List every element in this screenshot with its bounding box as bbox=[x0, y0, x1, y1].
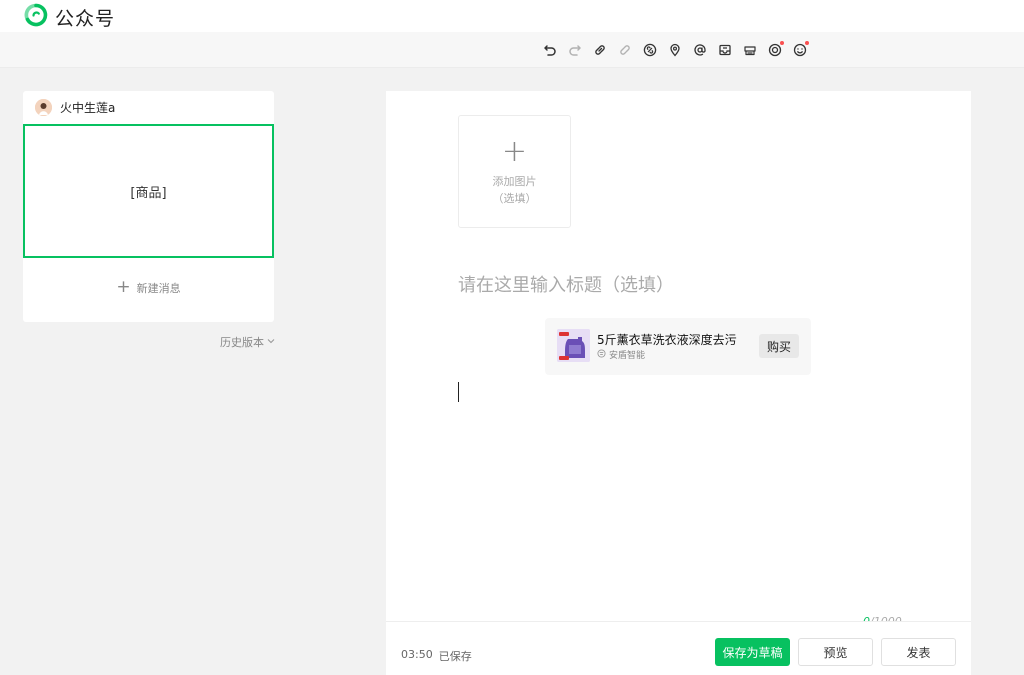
author-name: 火中生莲a bbox=[60, 101, 116, 115]
undo-icon[interactable] bbox=[541, 41, 559, 59]
editor-toolbar bbox=[0, 32, 1024, 68]
title-input[interactable]: 请在这里输入标题（选填） bbox=[458, 271, 674, 297]
product-shop: 安盾智能 bbox=[597, 348, 645, 361]
link-icon[interactable] bbox=[591, 41, 609, 59]
notification-dot bbox=[780, 41, 784, 45]
chevron-down-icon bbox=[266, 336, 276, 349]
redo-icon[interactable] bbox=[566, 41, 584, 59]
target-icon[interactable] bbox=[766, 41, 784, 59]
logo[interactable]: 公众号 bbox=[24, 3, 115, 31]
message-card-selected[interactable]: [商品] bbox=[23, 124, 274, 258]
add-image-label: 添加图片 bbox=[492, 174, 537, 188]
preview-button[interactable]: 预览 bbox=[798, 638, 873, 666]
buy-button[interactable]: 购买 bbox=[759, 334, 799, 358]
unlink-icon[interactable] bbox=[616, 41, 634, 59]
shop-name: 安盾智能 bbox=[609, 351, 646, 361]
save-status-text: 已保存 bbox=[438, 650, 472, 663]
avatar bbox=[35, 99, 52, 116]
text-cursor bbox=[458, 382, 459, 402]
at-mention-icon[interactable] bbox=[691, 41, 709, 59]
save-time: 03:50 bbox=[401, 648, 433, 661]
history-versions-button[interactable]: 历史版本 bbox=[220, 334, 276, 350]
mini-program-icon[interactable] bbox=[641, 41, 659, 59]
emoji-icon[interactable] bbox=[791, 41, 809, 59]
app-name: 公众号 bbox=[55, 7, 116, 30]
message-title: [商品] bbox=[130, 185, 167, 201]
shop-icon bbox=[597, 348, 606, 361]
add-image-optional-label: （选填） bbox=[492, 191, 537, 205]
editor-area: + 添加图片 （选填） 请在这里输入标题（选填） 5斤薰衣草洗衣液深度去污 安盾… bbox=[386, 91, 971, 675]
new-message-label: 新建消息 bbox=[136, 281, 181, 295]
inbox-icon[interactable] bbox=[716, 41, 734, 59]
product-card[interactable]: 5斤薰衣草洗衣液深度去污 安盾智能 购买 bbox=[545, 318, 811, 375]
new-message-button[interactable]: + 新建消息 bbox=[23, 279, 274, 296]
publish-button[interactable]: 发表 bbox=[881, 638, 956, 666]
location-icon[interactable] bbox=[666, 41, 684, 59]
plus-icon: + bbox=[501, 133, 528, 169]
message-list-panel: 火中生莲a [商品] + 新建消息 bbox=[23, 91, 274, 322]
product-name: 5斤薰衣草洗衣液深度去污 bbox=[597, 333, 737, 347]
add-image-button[interactable]: + 添加图片 （选填） bbox=[458, 115, 571, 228]
shop-icon[interactable] bbox=[741, 41, 759, 59]
author-row: 火中生莲a bbox=[35, 99, 115, 116]
save-draft-button[interactable]: 保存为草稿 bbox=[715, 638, 790, 666]
history-label: 历史版本 bbox=[220, 336, 264, 349]
save-status: 03:50 已保存 bbox=[401, 648, 472, 664]
plus-icon: + bbox=[116, 277, 131, 297]
product-image bbox=[557, 329, 590, 362]
top-bar: 公众号 bbox=[0, 0, 1024, 32]
bottom-action-bar: 03:50 已保存 保存为草稿 预览 发表 bbox=[386, 621, 971, 675]
wechat-official-logo-icon bbox=[24, 3, 48, 31]
notification-dot bbox=[805, 41, 809, 45]
